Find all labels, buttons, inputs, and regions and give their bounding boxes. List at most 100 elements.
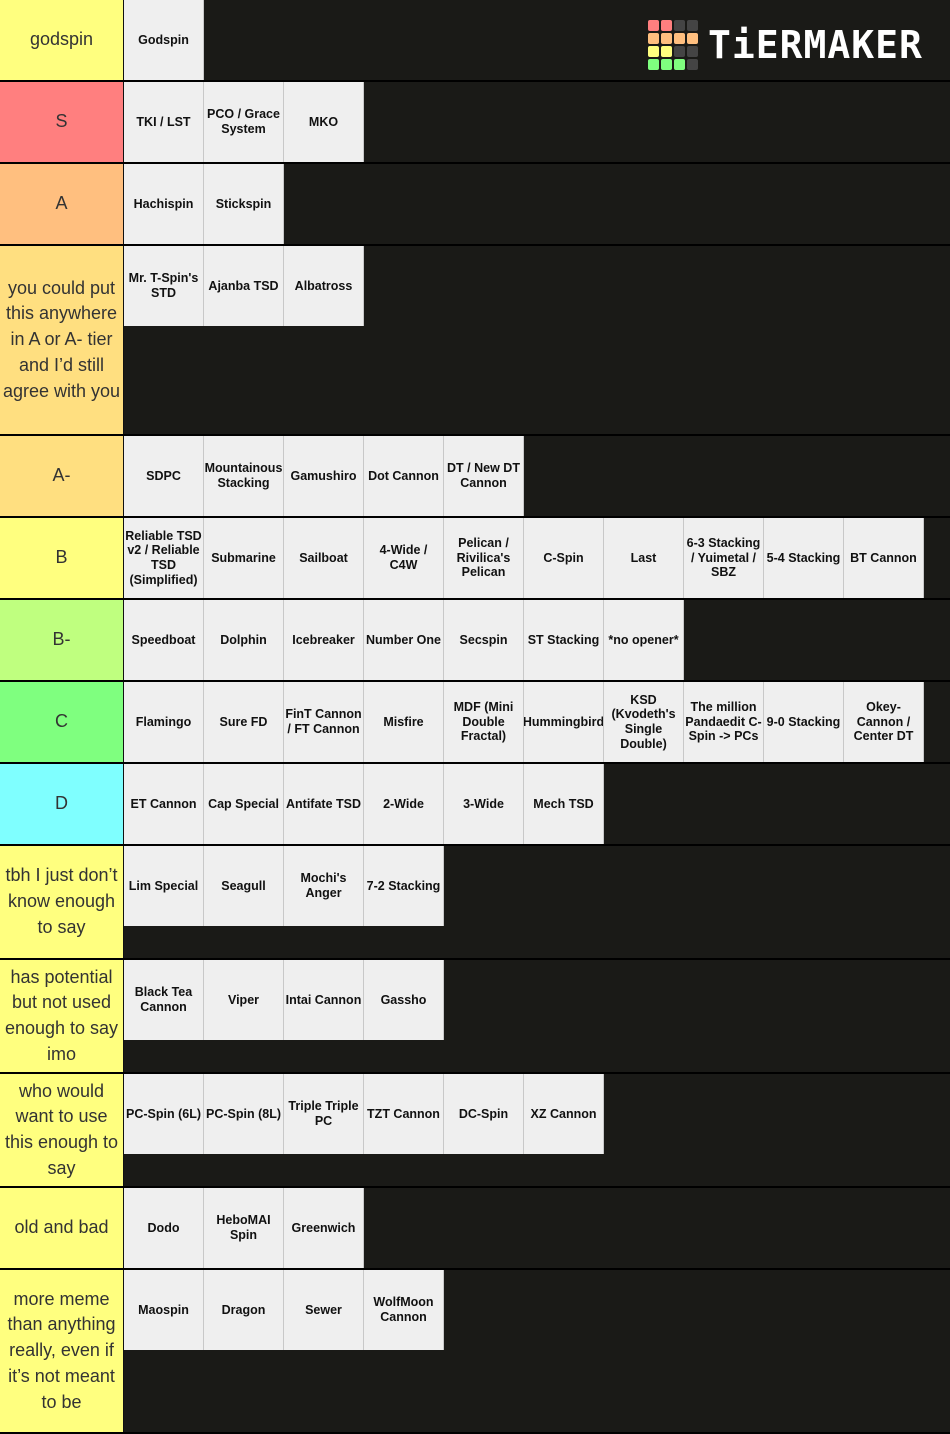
tier-item[interactable]: 7-2 Stacking (364, 846, 444, 926)
tier-item[interactable]: Submarine (204, 518, 284, 598)
tier-item[interactable]: 9-0 Stacking (764, 682, 844, 762)
tier-item[interactable]: Black Tea Cannon (124, 960, 204, 1040)
tier-item[interactable]: TKI / LST (124, 82, 204, 162)
tier-item[interactable]: Dragon (204, 1270, 284, 1350)
tier-items: Lim Special Seagull Mochi's Anger 7-2 Stack… (124, 846, 950, 958)
tier-label[interactable]: you could put this anywhere in A or A- t… (0, 246, 124, 434)
tier-item[interactable]: Gamushiro (284, 436, 364, 516)
tier-item[interactable]: Okey-Cannon / Center DT (844, 682, 924, 762)
tier-item[interactable]: Misfire (364, 682, 444, 762)
logo-grid-icon (648, 20, 698, 70)
logo-grid-cell (648, 59, 659, 70)
tier-item[interactable]: Gassho (364, 960, 444, 1040)
tier-item[interactable]: Dolphin (204, 600, 284, 680)
tier-item[interactable]: Pelican / Rivilica's Pelican (444, 518, 524, 598)
tier-items: SDPC Mountainous Stacking Gamushiro Dot Can… (124, 436, 950, 516)
tier-item[interactable]: Maospin (124, 1270, 204, 1350)
tier-item[interactable]: Lim Special (124, 846, 204, 926)
tier-item[interactable]: Speedboat (124, 600, 204, 680)
tier-label[interactable]: godspin (0, 0, 124, 80)
tier-item[interactable]: Stickspin (204, 164, 284, 244)
tier-items: TKI / LST PCO / Grace System MKO (124, 82, 950, 162)
tier-item[interactable]: Triple Triple PC (284, 1074, 364, 1154)
tier-item[interactable]: DT / New DT Cannon (444, 436, 524, 516)
tier-item[interactable]: SDPC (124, 436, 204, 516)
tier-item[interactable]: ET Cannon (124, 764, 204, 844)
tier-item[interactable]: Antifate TSD (284, 764, 364, 844)
tier-item[interactable]: The million Pandaedit C-Spin -> PCs (684, 682, 764, 762)
tier-item[interactable]: 5-4 Stacking (764, 518, 844, 598)
tier-row: S TKI / LST PCO / Grace System MKO (0, 82, 950, 164)
tier-item[interactable]: BT Cannon (844, 518, 924, 598)
tier-item[interactable]: MKO (284, 82, 364, 162)
tier-label[interactable]: C (0, 682, 124, 762)
tier-item[interactable]: Reliable TSD v2 / Reliable TSD (Simplifi… (124, 518, 204, 598)
tier-item[interactable]: Greenwich (284, 1188, 364, 1268)
tier-item[interactable]: ST Stacking (524, 600, 604, 680)
tier-item[interactable]: Secspin (444, 600, 524, 680)
tier-list: godspin Godspin S TKI / LST PCO / Grace Syst… (0, 0, 950, 1434)
tier-label[interactable]: tbh I just don’t know enough to say (0, 846, 124, 958)
tier-item[interactable]: Godspin (124, 0, 204, 80)
tier-item[interactable]: Mountainous Stacking (204, 436, 284, 516)
tier-label[interactable]: B- (0, 600, 124, 680)
tier-item[interactable]: Hachispin (124, 164, 204, 244)
tier-item[interactable]: Mr. T-Spin's STD (124, 246, 204, 326)
logo-grid-cell (661, 46, 672, 57)
tier-items: Maospin Dragon Sewer WolfMoon Cannon (124, 1270, 950, 1432)
tier-item[interactable]: KSD (Kvodeth's Single Double) (604, 682, 684, 762)
tier-label[interactable]: D (0, 764, 124, 844)
tier-item[interactable]: Flamingo (124, 682, 204, 762)
tier-item[interactable]: MDF (Mini Double Fractal) (444, 682, 524, 762)
tier-item[interactable]: 4-Wide / C4W (364, 518, 444, 598)
tier-label[interactable]: A- (0, 436, 124, 516)
tier-item[interactable]: Mochi's Anger (284, 846, 364, 926)
tier-item[interactable]: Sure FD (204, 682, 284, 762)
tier-item[interactable]: DC-Spin (444, 1074, 524, 1154)
tier-row: D ET Cannon Cap Special Antifate TSD 2-Wide 3… (0, 764, 950, 846)
tier-item[interactable]: XZ Cannon (524, 1074, 604, 1154)
tier-item[interactable]: Sewer (284, 1270, 364, 1350)
tier-item[interactable]: Ajanba TSD (204, 246, 284, 326)
tier-item[interactable]: Dodo (124, 1188, 204, 1268)
tier-label[interactable]: more meme than anything really, even if … (0, 1270, 124, 1432)
tier-item[interactable]: 6-3 Stacking / Yuimetal / SBZ (684, 518, 764, 598)
tier-item[interactable]: TZT Cannon (364, 1074, 444, 1154)
tier-item[interactable]: FinT Cannon / FT Cannon (284, 682, 364, 762)
tier-item[interactable]: 3-Wide (444, 764, 524, 844)
tier-label[interactable]: who would want to use this enough to say (0, 1074, 124, 1186)
tier-item[interactable]: Dot Cannon (364, 436, 444, 516)
tier-label[interactable]: has potential but not used enough to say… (0, 960, 124, 1072)
tier-item[interactable]: Albatross (284, 246, 364, 326)
tier-item[interactable]: Icebreaker (284, 600, 364, 680)
tier-item[interactable]: WolfMoon Cannon (364, 1270, 444, 1350)
tier-item[interactable]: Last (604, 518, 684, 598)
tier-item[interactable]: Sailboat (284, 518, 364, 598)
tier-item[interactable]: *no opener* (604, 600, 684, 680)
tier-label[interactable]: old and bad (0, 1188, 124, 1268)
logo-grid-cell (687, 20, 698, 31)
tier-row: has potential but not used enough to say… (0, 960, 950, 1074)
tier-item[interactable]: Cap Special (204, 764, 284, 844)
tier-item[interactable]: Viper (204, 960, 284, 1040)
tier-item[interactable]: Intai Cannon (284, 960, 364, 1040)
tier-row: A- SDPC Mountainous Stacking Gamushiro Dot C… (0, 436, 950, 518)
tier-label[interactable]: A (0, 164, 124, 244)
tier-item[interactable]: PCO / Grace System (204, 82, 284, 162)
tier-item[interactable]: Mech TSD (524, 764, 604, 844)
tier-item[interactable]: C-Spin (524, 518, 604, 598)
tier-item[interactable]: Number One (364, 600, 444, 680)
tier-items: Hachispin Stickspin (124, 164, 950, 244)
tier-item[interactable]: PC-Spin (6L) (124, 1074, 204, 1154)
tier-row: B Reliable TSD v2 / Reliable TSD (Simplif… (0, 518, 950, 600)
logo-grid-cell (661, 20, 672, 31)
tier-item[interactable]: Hummingbird (524, 682, 604, 762)
tier-item[interactable]: HeboMAI Spin (204, 1188, 284, 1268)
tier-label[interactable]: S (0, 82, 124, 162)
tier-row: old and bad Dodo HeboMAI Spin Greenwich (0, 1188, 950, 1270)
tier-item[interactable]: PC-Spin (8L) (204, 1074, 284, 1154)
tiermaker-logo: TiERMAKER (648, 20, 923, 70)
tier-item[interactable]: 2-Wide (364, 764, 444, 844)
tier-label[interactable]: B (0, 518, 124, 598)
tier-item[interactable]: Seagull (204, 846, 284, 926)
